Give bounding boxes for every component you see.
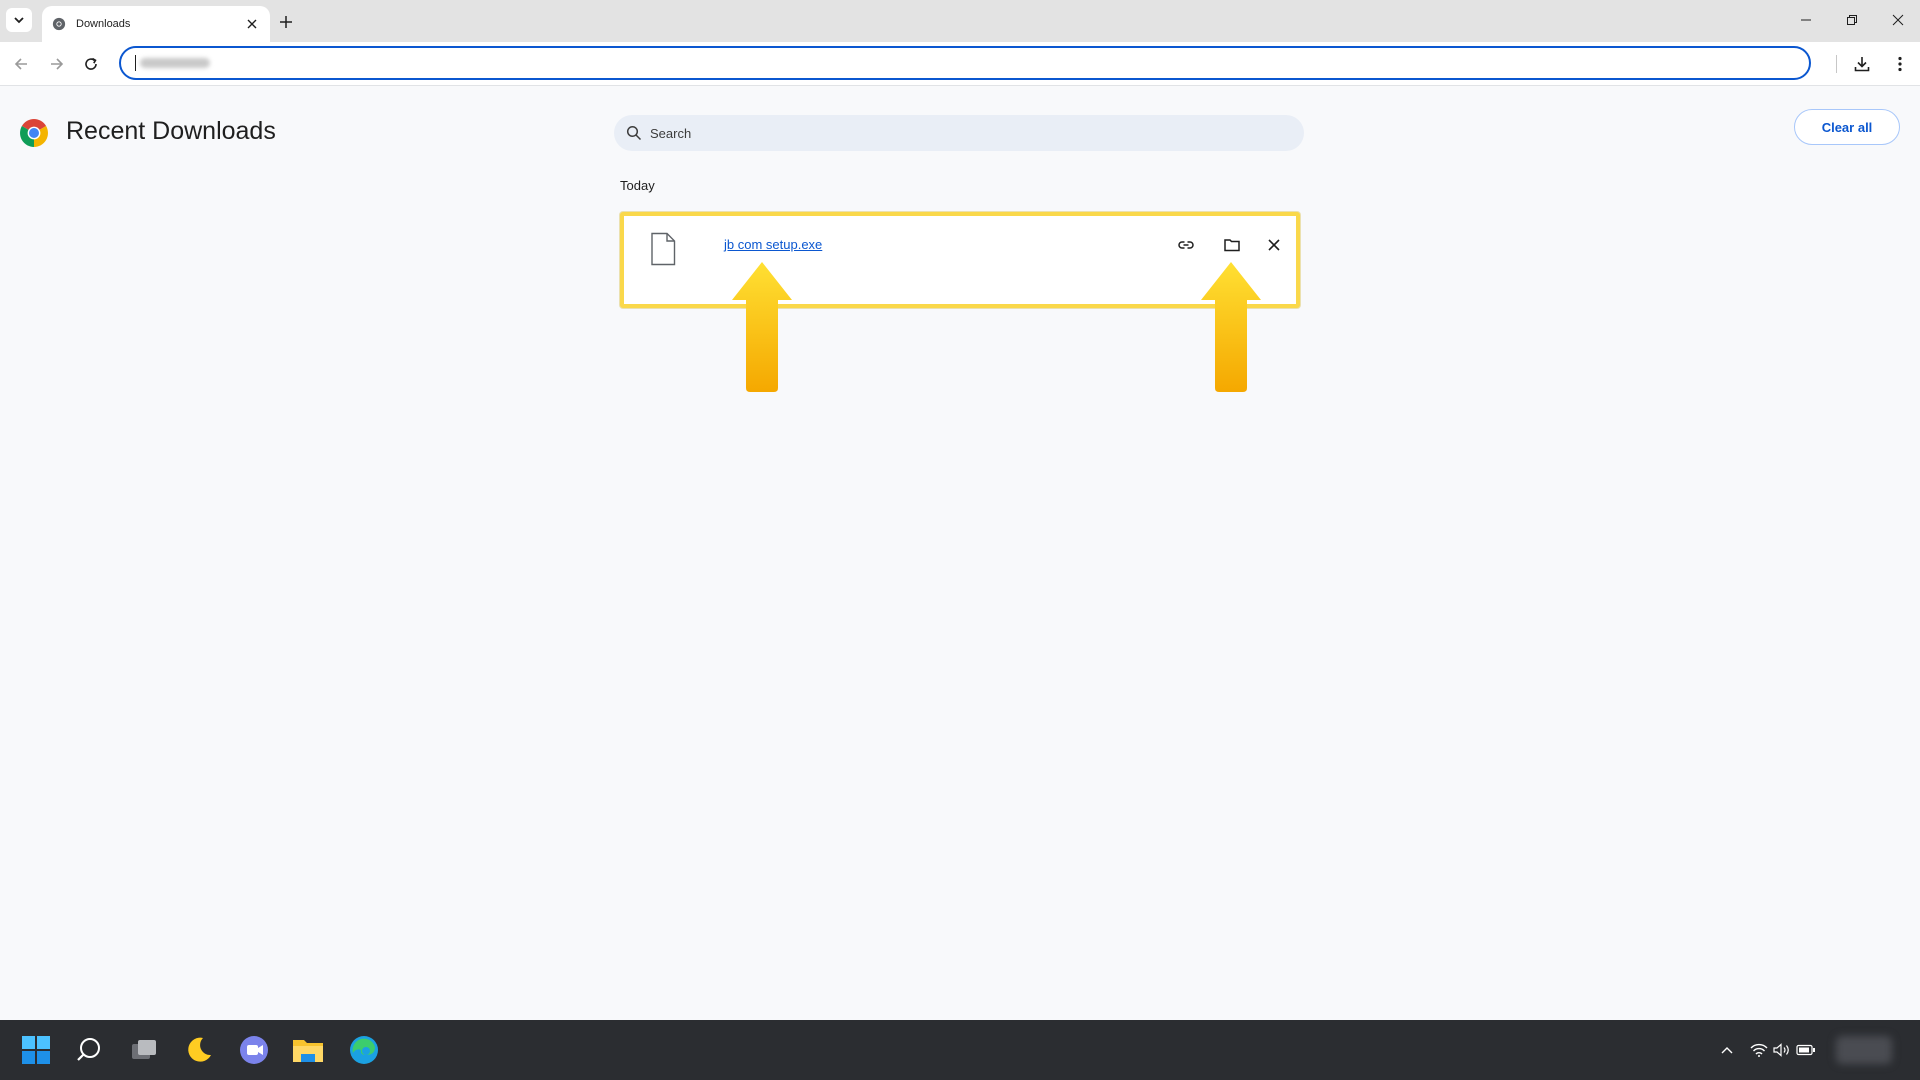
reload-button[interactable]: [79, 52, 103, 76]
clear-all-button[interactable]: Clear all: [1794, 109, 1900, 145]
new-tab-button[interactable]: [276, 12, 296, 32]
show-in-folder-button[interactable]: [1218, 231, 1246, 259]
minimize-icon: [1801, 19, 1811, 21]
chevron-up-icon: [1721, 1047, 1733, 1054]
taskbar-search-button[interactable]: [71, 1032, 107, 1068]
file-icon: [651, 232, 676, 266]
remove-download-button[interactable]: [1260, 231, 1288, 259]
download-file-link[interactable]: jb com setup.exe: [724, 237, 822, 252]
restore-icon: [1847, 15, 1857, 25]
tab-title: Downloads: [76, 18, 131, 30]
windows-logo-icon: [22, 1036, 50, 1064]
reload-icon: [85, 57, 97, 70]
browser-toolbar: [0, 42, 1920, 86]
address-bar[interactable]: [119, 46, 1811, 80]
link-icon: [1178, 241, 1194, 249]
battery-icon: [1796, 1044, 1815, 1056]
chrome-logo-icon: [20, 119, 48, 147]
downloads-button[interactable]: [1850, 52, 1874, 76]
taskbar-app-teams[interactable]: [236, 1032, 272, 1068]
task-view-icon: [132, 1040, 156, 1059]
battery-status[interactable]: [1796, 1040, 1816, 1060]
back-button[interactable]: [9, 52, 33, 76]
close-window-button[interactable]: [1886, 9, 1910, 31]
close-icon: [1268, 239, 1280, 251]
page-title: Recent Downloads: [66, 117, 276, 145]
tab-downloads[interactable]: Downloads: [42, 6, 270, 42]
folder-icon: [1224, 239, 1240, 252]
minimize-button[interactable]: [1794, 9, 1818, 31]
video-chat-icon: [240, 1036, 268, 1064]
toolbar-divider: [1836, 55, 1837, 73]
up-arrow-annotation-icon: [732, 262, 792, 392]
back-arrow-icon: [14, 58, 27, 70]
edge-browser-icon: [350, 1036, 378, 1064]
close-icon: [1892, 14, 1904, 26]
tab-close-button[interactable]: [244, 16, 260, 32]
search-input[interactable]: Search: [614, 115, 1304, 151]
wifi-icon: [1750, 1043, 1768, 1057]
menu-button[interactable]: [1888, 52, 1912, 76]
kebab-menu-icon: [1898, 56, 1902, 72]
up-arrow-annotation-icon: [1201, 262, 1261, 392]
forward-arrow-icon: [51, 58, 64, 70]
taskbar-app-edge[interactable]: [346, 1032, 382, 1068]
address-redacted: [140, 58, 210, 68]
taskbar: [0, 1020, 1920, 1080]
chrome-favicon-icon: [52, 17, 66, 31]
search-icon: [77, 1038, 100, 1061]
wifi-status[interactable]: [1749, 1040, 1769, 1060]
clock-redacted[interactable]: [1836, 1036, 1892, 1064]
download-item: jb com setup.exe: [620, 212, 1300, 308]
download-icon: [1854, 57, 1870, 72]
task-view-button[interactable]: [126, 1032, 162, 1068]
restore-button[interactable]: [1840, 9, 1864, 31]
taskbar-app-moon[interactable]: [181, 1032, 217, 1068]
moon-icon: [188, 1037, 211, 1062]
search-placeholder: Search: [650, 125, 692, 141]
volume-status[interactable]: [1772, 1040, 1792, 1060]
tray-overflow-button[interactable]: [1717, 1040, 1737, 1060]
tab-search-button[interactable]: [6, 8, 32, 32]
close-icon: [247, 19, 257, 29]
volume-icon: [1773, 1043, 1789, 1057]
text-caret: [135, 55, 136, 71]
plus-icon: [280, 16, 292, 28]
search-icon: [626, 125, 642, 141]
folder-icon: [293, 1040, 323, 1062]
start-button[interactable]: [18, 1032, 54, 1068]
chevron-down-icon: [14, 17, 24, 24]
date-heading: Today: [620, 178, 655, 193]
taskbar-app-file-explorer[interactable]: [290, 1032, 326, 1068]
forward-button[interactable]: [45, 52, 69, 76]
copy-link-button[interactable]: [1172, 231, 1200, 259]
tab-strip: Downloads: [0, 0, 1920, 42]
